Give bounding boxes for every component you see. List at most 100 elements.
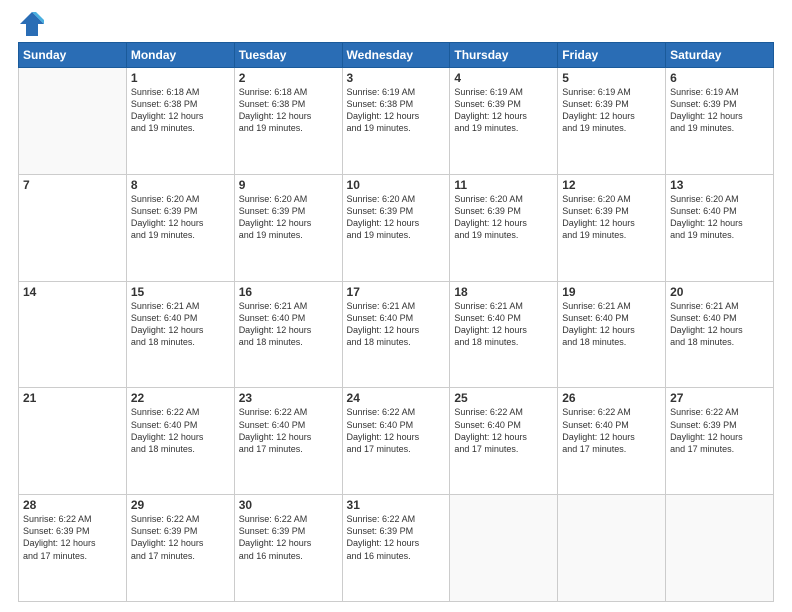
day-number: 30 (239, 498, 338, 512)
day-info: Sunrise: 6:22 AM Sunset: 6:40 PM Dayligh… (347, 406, 446, 455)
day-number: 29 (131, 498, 230, 512)
calendar-day-cell (19, 68, 127, 175)
day-number: 18 (454, 285, 553, 299)
day-info: Sunrise: 6:22 AM Sunset: 6:40 PM Dayligh… (454, 406, 553, 455)
day-number: 11 (454, 178, 553, 192)
day-info: Sunrise: 6:21 AM Sunset: 6:40 PM Dayligh… (670, 300, 769, 349)
weekday-header-thursday: Thursday (450, 43, 558, 68)
day-info: Sunrise: 6:22 AM Sunset: 6:39 PM Dayligh… (670, 406, 769, 455)
weekday-header-tuesday: Tuesday (234, 43, 342, 68)
calendar-day-cell: 7 (19, 174, 127, 281)
day-number: 21 (23, 391, 122, 405)
calendar-day-cell: 16Sunrise: 6:21 AM Sunset: 6:40 PM Dayli… (234, 281, 342, 388)
day-info: Sunrise: 6:21 AM Sunset: 6:40 PM Dayligh… (454, 300, 553, 349)
day-number: 12 (562, 178, 661, 192)
weekday-header-sunday: Sunday (19, 43, 127, 68)
day-number: 13 (670, 178, 769, 192)
day-number: 19 (562, 285, 661, 299)
calendar-day-cell: 9Sunrise: 6:20 AM Sunset: 6:39 PM Daylig… (234, 174, 342, 281)
day-number: 25 (454, 391, 553, 405)
day-number: 17 (347, 285, 446, 299)
day-info: Sunrise: 6:20 AM Sunset: 6:39 PM Dayligh… (562, 193, 661, 242)
calendar-day-cell: 30Sunrise: 6:22 AM Sunset: 6:39 PM Dayli… (234, 495, 342, 602)
logo-icon (18, 10, 46, 38)
calendar-day-cell: 6Sunrise: 6:19 AM Sunset: 6:39 PM Daylig… (666, 68, 774, 175)
day-number: 24 (347, 391, 446, 405)
day-number: 9 (239, 178, 338, 192)
day-number: 10 (347, 178, 446, 192)
calendar-day-cell (558, 495, 666, 602)
calendar-day-cell: 14 (19, 281, 127, 388)
day-number: 3 (347, 71, 446, 85)
calendar-week-row: 78Sunrise: 6:20 AM Sunset: 6:39 PM Dayli… (19, 174, 774, 281)
day-info: Sunrise: 6:22 AM Sunset: 6:39 PM Dayligh… (23, 513, 122, 562)
calendar-day-cell: 19Sunrise: 6:21 AM Sunset: 6:40 PM Dayli… (558, 281, 666, 388)
calendar-week-row: 1415Sunrise: 6:21 AM Sunset: 6:40 PM Day… (19, 281, 774, 388)
calendar-day-cell: 31Sunrise: 6:22 AM Sunset: 6:39 PM Dayli… (342, 495, 450, 602)
calendar-day-cell (450, 495, 558, 602)
day-number: 2 (239, 71, 338, 85)
calendar-day-cell: 3Sunrise: 6:19 AM Sunset: 6:38 PM Daylig… (342, 68, 450, 175)
day-number: 4 (454, 71, 553, 85)
calendar-day-cell: 12Sunrise: 6:20 AM Sunset: 6:39 PM Dayli… (558, 174, 666, 281)
calendar: SundayMondayTuesdayWednesdayThursdayFrid… (18, 42, 774, 602)
weekday-header-monday: Monday (126, 43, 234, 68)
calendar-day-cell: 25Sunrise: 6:22 AM Sunset: 6:40 PM Dayli… (450, 388, 558, 495)
page: SundayMondayTuesdayWednesdayThursdayFrid… (0, 0, 792, 612)
day-info: Sunrise: 6:22 AM Sunset: 6:40 PM Dayligh… (131, 406, 230, 455)
day-number: 27 (670, 391, 769, 405)
day-info: Sunrise: 6:18 AM Sunset: 6:38 PM Dayligh… (131, 86, 230, 135)
calendar-day-cell: 21 (19, 388, 127, 495)
day-number: 16 (239, 285, 338, 299)
calendar-day-cell: 29Sunrise: 6:22 AM Sunset: 6:39 PM Dayli… (126, 495, 234, 602)
day-info: Sunrise: 6:21 AM Sunset: 6:40 PM Dayligh… (562, 300, 661, 349)
calendar-day-cell: 2Sunrise: 6:18 AM Sunset: 6:38 PM Daylig… (234, 68, 342, 175)
day-info: Sunrise: 6:20 AM Sunset: 6:39 PM Dayligh… (454, 193, 553, 242)
day-number: 31 (347, 498, 446, 512)
day-info: Sunrise: 6:19 AM Sunset: 6:39 PM Dayligh… (454, 86, 553, 135)
calendar-week-row: 1Sunrise: 6:18 AM Sunset: 6:38 PM Daylig… (19, 68, 774, 175)
calendar-day-cell: 10Sunrise: 6:20 AM Sunset: 6:39 PM Dayli… (342, 174, 450, 281)
calendar-day-cell: 4Sunrise: 6:19 AM Sunset: 6:39 PM Daylig… (450, 68, 558, 175)
day-number: 8 (131, 178, 230, 192)
weekday-header-saturday: Saturday (666, 43, 774, 68)
calendar-day-cell: 5Sunrise: 6:19 AM Sunset: 6:39 PM Daylig… (558, 68, 666, 175)
calendar-day-cell: 13Sunrise: 6:20 AM Sunset: 6:40 PM Dayli… (666, 174, 774, 281)
calendar-day-cell: 17Sunrise: 6:21 AM Sunset: 6:40 PM Dayli… (342, 281, 450, 388)
day-number: 15 (131, 285, 230, 299)
weekday-header-wednesday: Wednesday (342, 43, 450, 68)
calendar-day-cell: 26Sunrise: 6:22 AM Sunset: 6:40 PM Dayli… (558, 388, 666, 495)
calendar-week-row: 2122Sunrise: 6:22 AM Sunset: 6:40 PM Day… (19, 388, 774, 495)
calendar-day-cell: 22Sunrise: 6:22 AM Sunset: 6:40 PM Dayli… (126, 388, 234, 495)
weekday-header-friday: Friday (558, 43, 666, 68)
day-number: 14 (23, 285, 122, 299)
calendar-day-cell: 27Sunrise: 6:22 AM Sunset: 6:39 PM Dayli… (666, 388, 774, 495)
day-number: 5 (562, 71, 661, 85)
day-info: Sunrise: 6:19 AM Sunset: 6:39 PM Dayligh… (562, 86, 661, 135)
calendar-day-cell: 23Sunrise: 6:22 AM Sunset: 6:40 PM Dayli… (234, 388, 342, 495)
day-info: Sunrise: 6:22 AM Sunset: 6:39 PM Dayligh… (347, 513, 446, 562)
day-info: Sunrise: 6:20 AM Sunset: 6:39 PM Dayligh… (131, 193, 230, 242)
header (18, 10, 774, 38)
calendar-day-cell: 1Sunrise: 6:18 AM Sunset: 6:38 PM Daylig… (126, 68, 234, 175)
calendar-day-cell: 8Sunrise: 6:20 AM Sunset: 6:39 PM Daylig… (126, 174, 234, 281)
day-number: 7 (23, 178, 122, 192)
calendar-day-cell: 11Sunrise: 6:20 AM Sunset: 6:39 PM Dayli… (450, 174, 558, 281)
calendar-day-cell: 15Sunrise: 6:21 AM Sunset: 6:40 PM Dayli… (126, 281, 234, 388)
day-info: Sunrise: 6:22 AM Sunset: 6:39 PM Dayligh… (131, 513, 230, 562)
calendar-day-cell: 20Sunrise: 6:21 AM Sunset: 6:40 PM Dayli… (666, 281, 774, 388)
day-info: Sunrise: 6:22 AM Sunset: 6:40 PM Dayligh… (239, 406, 338, 455)
calendar-week-row: 28Sunrise: 6:22 AM Sunset: 6:39 PM Dayli… (19, 495, 774, 602)
logo (18, 10, 50, 38)
day-number: 22 (131, 391, 230, 405)
day-number: 28 (23, 498, 122, 512)
day-info: Sunrise: 6:19 AM Sunset: 6:38 PM Dayligh… (347, 86, 446, 135)
day-info: Sunrise: 6:21 AM Sunset: 6:40 PM Dayligh… (131, 300, 230, 349)
calendar-day-cell: 18Sunrise: 6:21 AM Sunset: 6:40 PM Dayli… (450, 281, 558, 388)
day-number: 1 (131, 71, 230, 85)
day-info: Sunrise: 6:22 AM Sunset: 6:39 PM Dayligh… (239, 513, 338, 562)
day-info: Sunrise: 6:21 AM Sunset: 6:40 PM Dayligh… (239, 300, 338, 349)
calendar-day-cell: 28Sunrise: 6:22 AM Sunset: 6:39 PM Dayli… (19, 495, 127, 602)
weekday-header-row: SundayMondayTuesdayWednesdayThursdayFrid… (19, 43, 774, 68)
calendar-day-cell (666, 495, 774, 602)
